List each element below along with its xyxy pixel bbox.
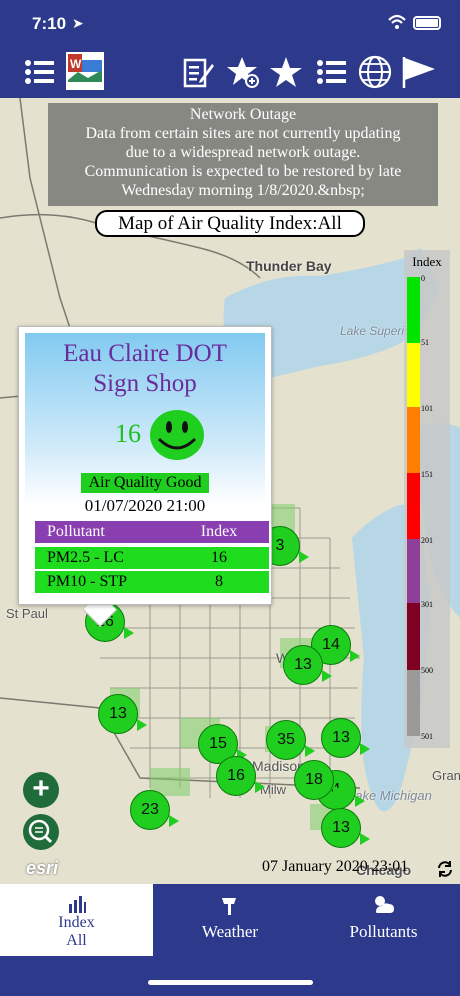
edit-icon[interactable] bbox=[180, 56, 216, 88]
legend-tick: 151 bbox=[421, 470, 433, 479]
map-marker-site[interactable]: 13 bbox=[321, 808, 370, 848]
legend-tick: 501 bbox=[421, 732, 433, 741]
globe-icon[interactable] bbox=[356, 55, 394, 89]
pollutant-index: 8 bbox=[215, 573, 223, 590]
zoom-in-button[interactable]: + bbox=[23, 772, 59, 808]
home-indicator bbox=[148, 980, 313, 985]
aqi-legend: Index 0 51 101 151 201 301 500 501 bbox=[404, 250, 450, 748]
pollutant-name: PM2.5 - LC bbox=[47, 549, 124, 566]
svg-text:W: W bbox=[70, 57, 82, 71]
map-marker-site[interactable]: 13 bbox=[283, 645, 332, 685]
legend-band-moderate bbox=[407, 343, 420, 407]
map-title[interactable]: Map of Air Quality Index:All bbox=[95, 210, 365, 237]
pollutant-index: 16 bbox=[211, 549, 227, 566]
pollutant-row: PM2.5 - LC 16 bbox=[35, 547, 269, 569]
map-timestamp: 07 January 2020 23:01 bbox=[262, 858, 409, 875]
tab-label-line: Index bbox=[58, 914, 95, 931]
legend-band-unhealthy bbox=[407, 473, 420, 539]
legend-tick: 201 bbox=[421, 536, 433, 545]
legend-tick: 0 bbox=[421, 274, 425, 283]
outage-text-line: Communication is expected to be restored… bbox=[84, 163, 402, 180]
air-quality-status: Air Quality Good bbox=[81, 473, 209, 493]
column-header-pollutant: Pollutant bbox=[47, 523, 105, 540]
place-st-paul: St Paul bbox=[6, 606, 48, 621]
pollutant-table: Pollutant Index PM2.5 - LC 16 PM10 - STP… bbox=[35, 521, 269, 595]
tab-label: Index All bbox=[0, 914, 153, 950]
weather-icon bbox=[222, 898, 236, 915]
flag-icon[interactable] bbox=[400, 56, 438, 88]
tab-label: Weather bbox=[201, 922, 259, 941]
legend-title: Index bbox=[412, 254, 442, 269]
legend-band-very-unhealthy bbox=[407, 539, 420, 603]
tab-label-line: All bbox=[66, 932, 87, 949]
esri-attribution: esri bbox=[26, 858, 59, 878]
favorites-star-icon[interactable] bbox=[268, 56, 304, 88]
map-marker-site[interactable]: 16 bbox=[216, 756, 265, 796]
wifi-icon bbox=[388, 14, 406, 29]
add-favorite-icon[interactable] bbox=[225, 56, 261, 88]
wisconsin-aqi-logo[interactable]: W bbox=[66, 52, 104, 90]
legend-tick: 500 bbox=[421, 666, 433, 675]
legend-tick: 301 bbox=[421, 600, 433, 609]
top-bar: 7:10 ➤ W bbox=[0, 0, 460, 98]
legend-band-usg bbox=[407, 407, 420, 473]
smiley-face-icon bbox=[150, 410, 204, 460]
map-marker-site[interactable]: 13 bbox=[321, 718, 370, 758]
location-arrow-icon: ➤ bbox=[72, 15, 84, 31]
network-outage-banner: Network Outage Data from certain sites a… bbox=[48, 103, 438, 206]
site-name-line: Sign Shop bbox=[93, 370, 197, 397]
tab-index-all[interactable]: Index All bbox=[0, 884, 153, 956]
legend-band-good bbox=[407, 277, 420, 343]
site-aqi-value: 16 bbox=[115, 419, 141, 448]
outage-text-line: due to a widespread network outage. bbox=[125, 144, 361, 161]
outage-text-line: Wednesday morning 1/8/2020.&nbsp; bbox=[121, 182, 365, 199]
refresh-icon[interactable] bbox=[436, 860, 454, 878]
tab-bar: Index All Weather Pollutants bbox=[0, 884, 460, 956]
search-icon bbox=[28, 819, 53, 844]
list-icon[interactable] bbox=[24, 56, 56, 88]
battery-icon bbox=[413, 16, 441, 30]
legend-tick: 51 bbox=[421, 338, 429, 347]
place-thunder-bay: Thunder Bay bbox=[246, 258, 332, 274]
legend-tick: 101 bbox=[421, 404, 433, 413]
column-header-index: Index bbox=[200, 523, 238, 540]
popup-content: Eau Claire DOT Sign Shop 16 Air Quality … bbox=[25, 333, 269, 597]
outage-text-line: Data from certain sites are not currentl… bbox=[85, 125, 401, 142]
site-name-line: Eau Claire DOT bbox=[63, 340, 227, 367]
legend-band-hazardous bbox=[407, 603, 420, 670]
pollutant-name: PM10 - STP bbox=[47, 573, 128, 590]
place-grand: Gran bbox=[432, 768, 460, 783]
site-name: Eau Claire DOT Sign Shop bbox=[25, 339, 265, 399]
outage-title: Network Outage bbox=[189, 106, 297, 123]
status-time: 7:10 bbox=[32, 14, 67, 33]
pollutant-table-header: Pollutant Index bbox=[35, 521, 269, 543]
tab-pollutants[interactable]: Pollutants bbox=[307, 884, 460, 956]
pollutants-icon bbox=[374, 896, 394, 913]
tab-label: Pollutants bbox=[349, 922, 418, 941]
map-marker-site[interactable]: 18 bbox=[294, 760, 343, 800]
list-icon[interactable] bbox=[316, 56, 348, 88]
map-marker-site[interactable]: 13 bbox=[98, 694, 147, 734]
map-search-button[interactable] bbox=[23, 814, 59, 850]
site-popup[interactable]: Eau Claire DOT Sign Shop 16 Air Quality … bbox=[18, 326, 272, 605]
legend-band-beyond bbox=[407, 670, 420, 736]
bar-chart-icon bbox=[68, 896, 86, 913]
reading-datetime: 01/07/2020 21:00 bbox=[84, 496, 206, 515]
tab-weather[interactable]: Weather bbox=[153, 884, 307, 956]
map-marker-site[interactable]: 35 bbox=[266, 720, 315, 760]
pollutant-row: PM10 - STP 8 bbox=[35, 571, 269, 593]
map-marker-site[interactable]: 23 bbox=[130, 790, 179, 830]
